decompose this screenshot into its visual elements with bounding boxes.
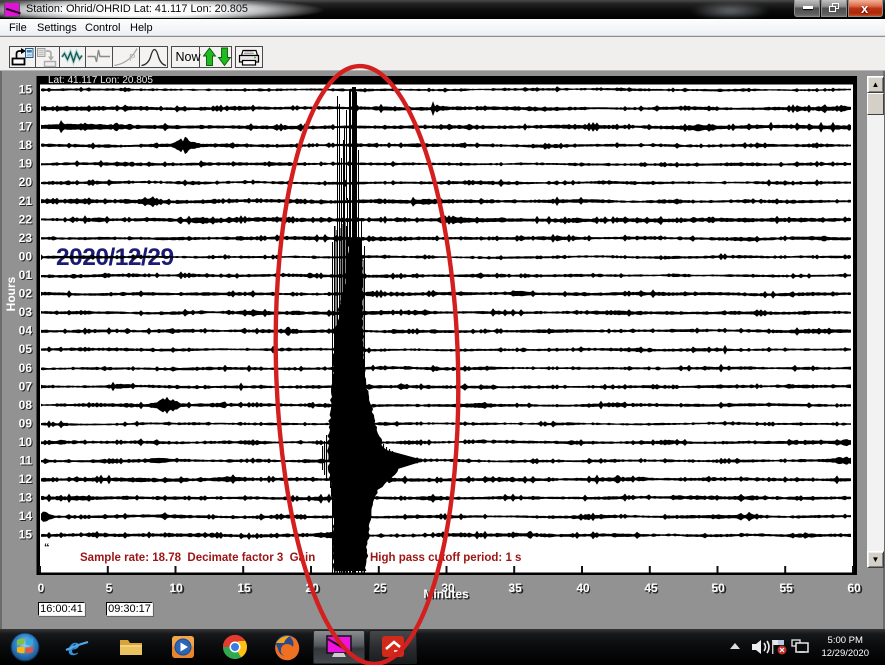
svg-text:55: 55 — [779, 581, 793, 595]
svg-text:16: 16 — [19, 101, 33, 115]
svg-text:Hours: Hours — [4, 276, 18, 311]
svg-text:20: 20 — [19, 175, 33, 189]
svg-text:07: 07 — [19, 379, 33, 393]
svg-text:25: 25 — [373, 581, 387, 595]
svg-text:04: 04 — [19, 324, 33, 338]
svg-text:11: 11 — [19, 454, 32, 468]
svg-text:15: 15 — [19, 528, 33, 542]
svg-text:5: 5 — [106, 581, 113, 595]
svg-text:45: 45 — [644, 581, 658, 595]
svg-text:14: 14 — [19, 509, 33, 523]
svg-text:22: 22 — [19, 212, 33, 226]
svg-text:02: 02 — [19, 287, 33, 301]
svg-text:06: 06 — [19, 361, 33, 375]
svg-text:40: 40 — [576, 581, 590, 595]
svg-text:18: 18 — [19, 138, 33, 152]
svg-text:Sample rate: 18.78 Decimate f: Sample rate: 18.78 Decimate factor 3 Gai… — [80, 552, 315, 564]
svg-text:09: 09 — [19, 416, 33, 430]
svg-text:10: 10 — [169, 581, 183, 595]
svg-text:03: 03 — [19, 305, 33, 319]
svg-text:08: 08 — [19, 398, 33, 412]
svg-text:50: 50 — [711, 581, 725, 595]
svg-text:0: 0 — [38, 581, 45, 595]
svg-text:60: 60 — [847, 581, 861, 595]
svg-text:35: 35 — [508, 581, 522, 595]
svg-text:10: 10 — [19, 435, 33, 449]
svg-text:15: 15 — [19, 83, 33, 97]
svg-text:05: 05 — [19, 342, 33, 356]
svg-text:01: 01 — [19, 268, 33, 282]
svg-text:Minutes: Minutes — [423, 587, 469, 601]
svg-text:00: 00 — [19, 250, 33, 264]
svg-text:19: 19 — [19, 157, 33, 171]
svg-text:13: 13 — [19, 491, 33, 505]
svg-text:Lat: 41.117 Lon: 20.805: Lat: 41.117 Lon: 20.805 — [48, 75, 153, 86]
svg-text:15: 15 — [237, 581, 251, 595]
svg-text:23: 23 — [19, 231, 33, 245]
svg-text:12: 12 — [19, 472, 33, 486]
svg-text:20: 20 — [305, 581, 319, 595]
svg-text:21: 21 — [19, 194, 33, 208]
svg-text:High pass cutoff period: 1 s: High pass cutoff period: 1 s — [370, 552, 521, 564]
svg-text:“: “ — [44, 542, 50, 554]
svg-text:17: 17 — [19, 120, 33, 134]
